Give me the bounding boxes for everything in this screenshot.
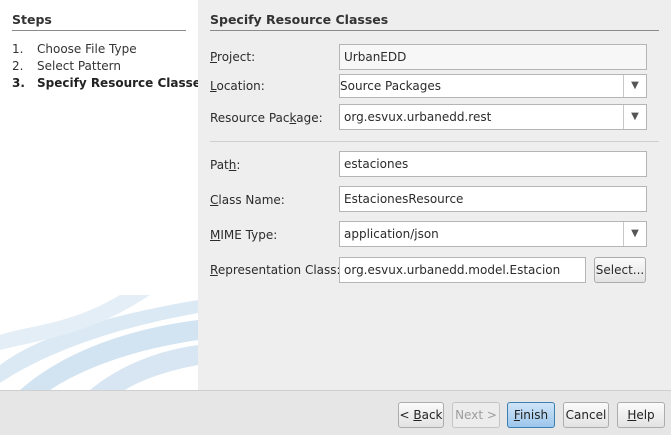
chevron-down-icon[interactable]: ▼ [623,105,646,129]
project-field[interactable]: UrbanEDD [339,44,647,70]
step-label: Select Pattern [37,59,122,73]
step-item: 2. Select Pattern [12,58,198,75]
finish-button[interactable]: Finish [507,402,555,428]
step-number: 3. [12,76,25,90]
mime-type-select[interactable]: application/json ▼ [339,221,647,247]
wizard-decoration-graphic [0,295,198,390]
path-label: Path: [210,158,241,172]
help-button[interactable]: Help [617,402,665,428]
chevron-down-icon[interactable]: ▼ [623,222,646,246]
cancel-button[interactable]: Cancel [563,402,609,428]
path-input[interactable]: estaciones [339,151,647,177]
resource-package-value: org.esvux.urbanedd.rest [344,110,492,124]
wizard-button-bar: < Back Next > Finish Cancel Help [0,390,671,435]
section-divider [210,141,659,142]
back-button[interactable]: < Back [398,402,444,428]
chevron-down-icon[interactable]: ▼ [623,75,646,97]
steps-panel: Steps 1. Choose File Type 2. Select Patter… [0,0,198,390]
step-number: 1. [12,42,24,56]
project-label: Project: [210,50,256,64]
resource-package-select[interactable]: org.esvux.urbanedd.rest ▼ [339,104,647,130]
steps-list: 1. Choose File Type 2. Select Pattern 3. Sp… [12,41,198,92]
step-number: 2. [12,59,24,73]
next-button[interactable]: Next > [452,402,500,428]
step-label: Choose File Type [37,42,137,56]
location-select[interactable]: Source Packages ▼ [339,74,647,98]
step-item: 1. Choose File Type [12,41,198,58]
mime-type-value: application/json [344,227,439,241]
location-label: Location: [210,79,265,93]
step-item-current: 3. Specify Resource Classes [12,75,198,92]
steps-title: Steps [12,12,186,31]
representation-class-label: Representation Class: [210,263,341,277]
class-name-input[interactable]: EstacionesResource [339,186,647,212]
mime-type-label: MIME Type: [210,228,278,242]
step-label: Specify Resource Classes [37,76,198,90]
representation-class-input[interactable]: org.esvux.urbanedd.model.Estacion [339,257,586,283]
class-name-label: Class Name: [210,193,285,207]
wizard-content-panel: Specify Resource Classes Project: UrbanE… [198,0,671,390]
select-class-button[interactable]: Select... [594,257,646,283]
panel-title: Specify Resource Classes [210,12,659,31]
location-value: Source Packages [340,79,442,93]
resource-package-label: Resource Package: [210,111,323,125]
